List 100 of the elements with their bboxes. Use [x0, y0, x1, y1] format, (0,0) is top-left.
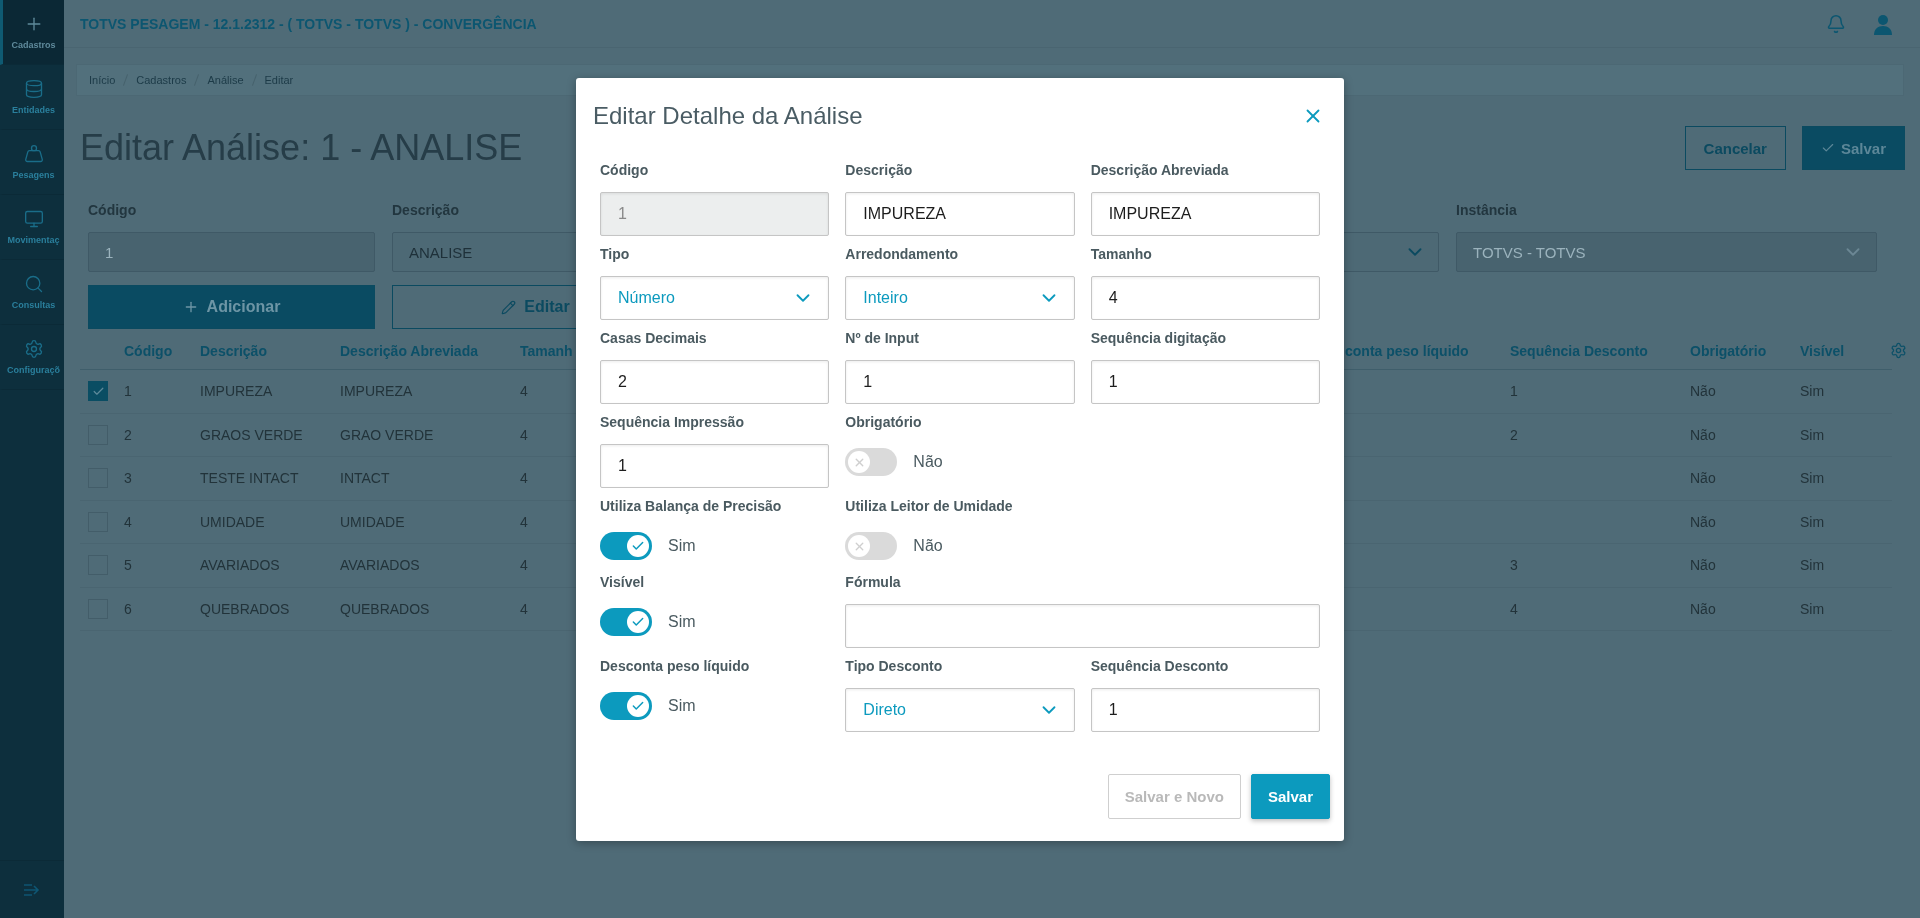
database-icon [23, 79, 44, 99]
table-cell: 4 [520, 470, 528, 487]
input-field[interactable]: 4 [1090, 276, 1320, 320]
check-icon [631, 615, 645, 629]
table-cell: Não [1690, 557, 1716, 574]
field-label: Instância [1456, 202, 1517, 220]
table-cell: Sim [1800, 600, 1825, 617]
field-label: Sequência Desconto [1090, 658, 1229, 676]
table-cell: 3 [1510, 557, 1518, 574]
table-cell: AVARIADOS [200, 557, 280, 574]
column-header[interactable]: Sequência Desconto [1510, 342, 1690, 359]
select-field[interactable]: Número [600, 276, 830, 320]
input-field[interactable]: IMPUREZA [845, 192, 1075, 236]
field-label: Utiliza Leitor de Umidade [845, 498, 1013, 516]
toggle-switch[interactable] [600, 608, 652, 636]
check-icon [631, 539, 645, 553]
save-button[interactable]: Salvar [1250, 774, 1330, 819]
toggle-label: Sim [668, 537, 696, 555]
field-label: Visível [600, 574, 645, 592]
column-header[interactable]: Código [124, 342, 200, 359]
table-cell: 6 [124, 600, 132, 617]
column-header[interactable]: conta peso líquido [1345, 342, 1510, 359]
field-label: Descrição [845, 162, 913, 180]
column-header[interactable]: Descrição [200, 342, 340, 359]
toggle-label: Sim [668, 697, 696, 715]
table-cell: Sim [1800, 513, 1825, 530]
sidebar-item[interactable]: Cadastros [0, 0, 64, 65]
save-button[interactable]: Salvar [1801, 126, 1905, 170]
field-label: Descrição Abreviada [1090, 162, 1229, 180]
check-icon [1820, 141, 1835, 155]
search-icon [23, 274, 44, 294]
table-cell: Sim [1800, 557, 1825, 574]
app-title: TOTVS PESAGEM - 12.1.2312 - ( TOTVS - TOTVS ) - CONVERGÊNCIA [80, 15, 537, 32]
table-cell: 3 [124, 470, 132, 487]
input-field[interactable] [845, 604, 1320, 648]
field-label: Código [88, 202, 137, 220]
input-field[interactable]: 1 [600, 444, 830, 488]
table-cell: 4 [520, 557, 528, 574]
table-cell: Não [1690, 426, 1716, 443]
table-cell: 2 [124, 426, 132, 443]
weight-icon [23, 144, 44, 164]
pencil-icon [501, 299, 517, 315]
field-label: Tipo [600, 246, 630, 264]
field-label: Desconta peso líquido [600, 658, 750, 676]
toggle-switch[interactable] [600, 532, 652, 560]
table-cell: AVARIADOS [340, 557, 420, 574]
input-field[interactable]: 2 [600, 360, 830, 404]
user-avatar-icon[interactable] [1872, 12, 1894, 35]
table-cell: 4 [520, 513, 528, 530]
row-checkbox[interactable] [88, 381, 108, 402]
table-cell: 1 [124, 383, 132, 400]
table-cell: Sim [1800, 383, 1825, 400]
table-cell: UMIDADE [200, 513, 265, 530]
dialog-title: Editar Detalhe da Análise [593, 102, 863, 130]
bell-icon[interactable] [1826, 13, 1846, 34]
toggle-switch[interactable] [600, 692, 652, 720]
check-icon [631, 699, 645, 713]
toggle-label: Não [913, 453, 943, 471]
column-header[interactable]: Descrição Abreviada [340, 342, 520, 359]
field-label: Tamanho [1090, 246, 1152, 264]
input-field[interactable]: IMPUREZA [1090, 192, 1320, 236]
cancel-button[interactable]: Cancelar [1684, 126, 1786, 170]
field-label: Utiliza Balança de Precisão [600, 498, 782, 516]
column-header[interactable]: Obrigatório [1690, 342, 1800, 359]
add-button[interactable]: Adicionar [88, 285, 375, 329]
table-cell: 4 [124, 513, 132, 530]
field-label: Sequência Impressão [600, 414, 744, 432]
field-label: Fórmula [845, 574, 901, 592]
table-cell: QUEBRADOS [340, 600, 430, 617]
toggle-label: Não [913, 537, 943, 555]
input-field[interactable]: 1 [1090, 360, 1320, 404]
table-cell: Não [1690, 470, 1716, 487]
settings-icon[interactable] [1890, 342, 1907, 359]
table-cell: QUEBRADOS [200, 600, 290, 617]
table-cell: 4 [520, 383, 528, 400]
table-cell: 4 [1510, 600, 1518, 617]
column-header[interactable]: Visível [1800, 342, 1890, 359]
field-label: Obrigatório [845, 414, 922, 432]
field-label: Descrição [392, 202, 459, 220]
input-field[interactable]: 1 [1090, 688, 1320, 732]
monitor-icon [23, 209, 44, 229]
select-field[interactable]: Direto [845, 688, 1075, 732]
settings-icon [23, 339, 44, 359]
table-cell: Não [1690, 513, 1716, 530]
toggle-label: Sim [668, 613, 696, 631]
table-cell: UMIDADE [340, 513, 405, 530]
select-field[interactable]: Inteiro [845, 276, 1075, 320]
table-cell: 5 [124, 557, 132, 574]
table-cell: Sim [1800, 426, 1825, 443]
field-label: Arredondamento [845, 246, 959, 264]
table-cell: Sim [1800, 470, 1825, 487]
toggle-switch[interactable] [845, 532, 898, 560]
table-cell: IMPUREZA [200, 383, 273, 400]
input-field[interactable]: 1 [845, 360, 1075, 404]
field-label: Nº de Input [845, 330, 919, 348]
table-cell: 1 [1510, 383, 1518, 400]
table-cell: TESTE INTACT [200, 470, 299, 487]
toggle-switch[interactable] [845, 448, 898, 476]
table-cell: INTACT [340, 470, 390, 487]
field-label: Sequência digitação [1090, 330, 1227, 348]
